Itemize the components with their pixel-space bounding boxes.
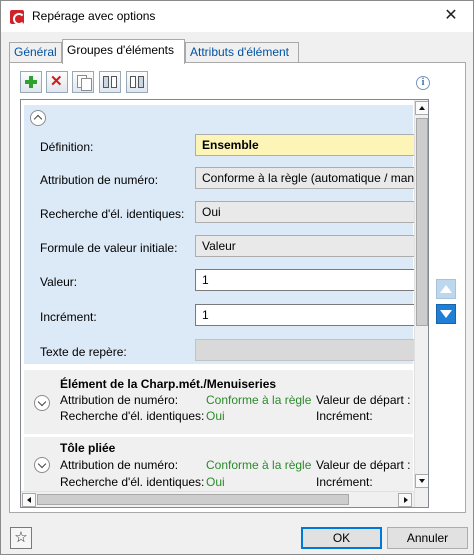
- arrow-left-icon: [27, 497, 31, 503]
- definition-label: Définition:: [40, 140, 94, 154]
- move-left-button[interactable]: [99, 71, 121, 93]
- cancel-button[interactable]: Annuler: [387, 527, 468, 549]
- numbering-value: Conforme à la règle: [206, 393, 312, 407]
- close-button[interactable]: ✕: [429, 1, 473, 31]
- identical-search-value: Oui: [206, 409, 225, 423]
- definition-field[interactable]: Ensemble: [195, 134, 415, 156]
- favorites-star-icon[interactable]: ☆: [10, 527, 32, 549]
- start-value-label: Valeur de départ :: [316, 458, 411, 472]
- copy-group-button[interactable]: [72, 71, 94, 93]
- vertical-scroll-thumb[interactable]: [416, 118, 428, 326]
- scroll-right-button[interactable]: [398, 493, 412, 507]
- copy-icon: [77, 75, 92, 91]
- move-right-icon: [130, 74, 144, 90]
- scroll-left-button[interactable]: [22, 493, 36, 507]
- tab-element-groups[interactable]: Groupes d'éléments: [62, 39, 185, 64]
- collapse-button[interactable]: [30, 110, 46, 126]
- window-title: Repérage avec options: [32, 9, 156, 23]
- arrow-up-icon: [419, 106, 425, 110]
- move-up-button[interactable]: [436, 279, 456, 299]
- numbering-label: Attribution de numéro:: [60, 393, 179, 407]
- tab-panel-element-groups: ✕ i Définition: Ensemble Attribution de …: [9, 62, 466, 513]
- start-value-label: Valeur de départ :: [316, 393, 411, 407]
- scroll-down-button[interactable]: [415, 474, 428, 488]
- group-card-steel[interactable]: Élément de la Charp.mét./Menuiseries Att…: [24, 370, 413, 434]
- initial-formula-label: Formule de valeur initiale:: [40, 241, 178, 255]
- increment-label: Incrément:: [316, 409, 373, 423]
- marker-text-label: Texte de repère:: [40, 345, 127, 359]
- group-title: Tôle pliée: [60, 441, 116, 455]
- expand-button[interactable]: [34, 457, 50, 473]
- marker-text-input: [195, 339, 415, 361]
- identical-search-value: Oui: [206, 475, 225, 489]
- tab-element-attributes[interactable]: Attributs d'élément: [185, 42, 299, 63]
- initial-formula-select[interactable]: Valeur: [195, 235, 415, 257]
- expand-button[interactable]: [34, 395, 50, 411]
- identical-search-label: Recherche d'él. identiques:: [40, 207, 185, 221]
- element-groups-list: Définition: Ensemble Attribution de numé…: [20, 99, 429, 508]
- increment-input[interactable]: 1: [195, 304, 415, 326]
- increment-label: Incrément:: [316, 475, 373, 489]
- numbering-label: Attribution de numéro:: [60, 458, 179, 472]
- value-label: Valeur:: [40, 275, 78, 289]
- numbering-label: Attribution de numéro:: [40, 173, 159, 187]
- move-right-button[interactable]: [126, 71, 148, 93]
- increment-label: Incrément:: [40, 310, 97, 324]
- ok-button[interactable]: OK: [301, 527, 382, 549]
- value-input[interactable]: 1: [195, 269, 415, 291]
- move-left-icon: [103, 74, 117, 90]
- move-down-button[interactable]: [436, 304, 456, 324]
- app-logo-icon: [10, 10, 25, 25]
- add-icon: [25, 76, 37, 88]
- identical-search-label: Recherche d'él. identiques:: [60, 475, 205, 489]
- delete-icon: ✕: [50, 73, 63, 90]
- title-bar: Repérage avec options ✕: [1, 1, 473, 32]
- scroll-up-button[interactable]: [415, 101, 428, 115]
- numbering-value: Conforme à la règle: [206, 458, 312, 472]
- arrow-down-icon: [419, 479, 425, 483]
- tab-general[interactable]: Général: [9, 42, 62, 63]
- numbering-select[interactable]: Conforme à la règle (automatique / man: [195, 167, 415, 189]
- identical-search-label: Recherche d'él. identiques:: [60, 409, 205, 423]
- horizontal-scrollbar[interactable]: [21, 491, 414, 507]
- add-group-button[interactable]: [20, 71, 42, 93]
- delete-group-button[interactable]: ✕: [46, 71, 68, 93]
- horizontal-scroll-thumb[interactable]: [37, 494, 349, 505]
- info-icon[interactable]: i: [416, 76, 430, 90]
- vertical-scrollbar[interactable]: [414, 100, 428, 507]
- dialog-window: Repérage avec options ✕ Général Groupes …: [0, 0, 474, 555]
- identical-search-select[interactable]: Oui: [195, 201, 415, 223]
- expanded-group-panel: Définition: Ensemble Attribution de numé…: [24, 105, 415, 364]
- arrow-right-icon: [404, 497, 408, 503]
- group-title: Élément de la Charp.mét./Menuiseries: [60, 377, 277, 391]
